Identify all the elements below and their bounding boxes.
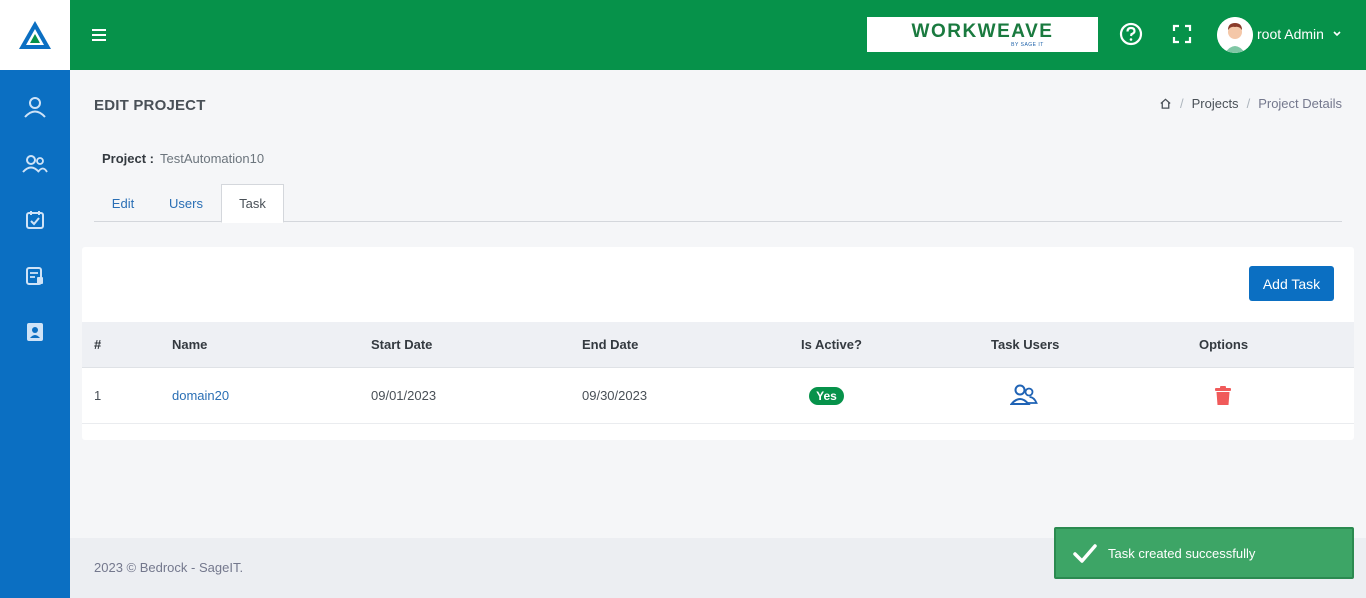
status-badge: Yes <box>809 387 844 405</box>
column-header-end-date: End Date <box>582 337 639 352</box>
start-date: 09/01/2023 <box>371 388 437 403</box>
help-icon[interactable] <box>1118 21 1144 47</box>
tab-users[interactable]: Users <box>157 184 215 222</box>
tab-task[interactable]: Task <box>221 184 284 223</box>
column-header-options: Options <box>1199 337 1249 352</box>
chevron-down-icon[interactable] <box>1332 29 1342 39</box>
avatar[interactable] <box>1217 17 1253 53</box>
tab-edit[interactable]: Edit <box>94 184 152 222</box>
project-label: Project : <box>102 151 155 166</box>
column-header-start-date: Start Date <box>371 337 433 352</box>
sidebar-item-users[interactable] <box>0 144 70 184</box>
users-icon <box>22 155 48 173</box>
task-card: Add Task # Name Start Date End Date Is A… <box>82 247 1354 440</box>
fullscreen-icon[interactable] <box>1170 22 1194 46</box>
logo-icon <box>19 21 51 49</box>
breadcrumb: / Projects / Project Details <box>1159 96 1342 111</box>
report-icon <box>26 267 43 285</box>
footer-copyright: 2023 © Bedrock - SageIT. <box>94 560 244 575</box>
table-row: 1 domain20 09/01/2023 09/30/2023 Yes <box>82 368 1354 424</box>
add-task-button[interactable]: Add Task <box>1249 266 1334 301</box>
sidebar-item-tasks[interactable] <box>0 200 70 240</box>
row-index: 1 <box>94 388 102 403</box>
app-logo[interactable] <box>0 0 70 70</box>
sidebar <box>0 70 70 598</box>
column-header-task-users: Task Users <box>991 337 1060 352</box>
calendar-check-icon <box>26 211 44 229</box>
task-name-link[interactable]: domain20 <box>172 388 229 403</box>
page-title: EDIT PROJECT <box>94 97 206 114</box>
column-header-name: Name <box>172 337 208 352</box>
brand-banner: WORKWEAVE BY SAGE IT <box>867 17 1098 52</box>
trash-icon[interactable] <box>1214 386 1232 406</box>
breadcrumb-projects[interactable]: Projects <box>1192 96 1239 111</box>
breadcrumb-separator: / <box>1179 96 1184 111</box>
tab-bar: Edit Users Task <box>94 184 1342 223</box>
breadcrumb-separator: / <box>1246 96 1251 111</box>
user-icon <box>24 97 46 118</box>
sidebar-item-reports[interactable] <box>0 256 70 296</box>
brand-sub: BY SAGE IT <box>1011 41 1044 48</box>
contact-card-icon <box>27 323 43 341</box>
menu-toggle-button[interactable] <box>86 22 112 48</box>
toast-message: Task created successfully <box>1108 545 1256 561</box>
success-toast[interactable]: Task created successfully <box>1054 527 1354 579</box>
task-users-icon[interactable] <box>1010 383 1038 407</box>
top-bar: WORKWEAVE BY SAGE IT root Admin <box>70 0 1366 70</box>
brand-name: WORKWEAVE <box>911 20 1054 42</box>
column-header-is-active: Is Active? <box>801 337 862 352</box>
avatar-icon <box>1217 17 1253 53</box>
project-value: TestAutomation10 <box>160 151 265 166</box>
hamburger-icon <box>92 29 106 41</box>
column-header-index: # <box>94 337 102 352</box>
sidebar-item-profile[interactable] <box>0 87 70 127</box>
table-header: # Name Start Date End Date Is Active? Ta… <box>82 322 1354 368</box>
checkmark-icon <box>1073 544 1097 563</box>
home-icon[interactable] <box>1159 97 1172 110</box>
project-info: Project : TestAutomation10 <box>102 151 264 166</box>
end-date: 09/30/2023 <box>582 388 648 403</box>
sidebar-item-contacts[interactable] <box>0 312 70 352</box>
breadcrumb-current: Project Details <box>1258 96 1342 111</box>
user-name[interactable]: root Admin <box>1257 26 1324 42</box>
